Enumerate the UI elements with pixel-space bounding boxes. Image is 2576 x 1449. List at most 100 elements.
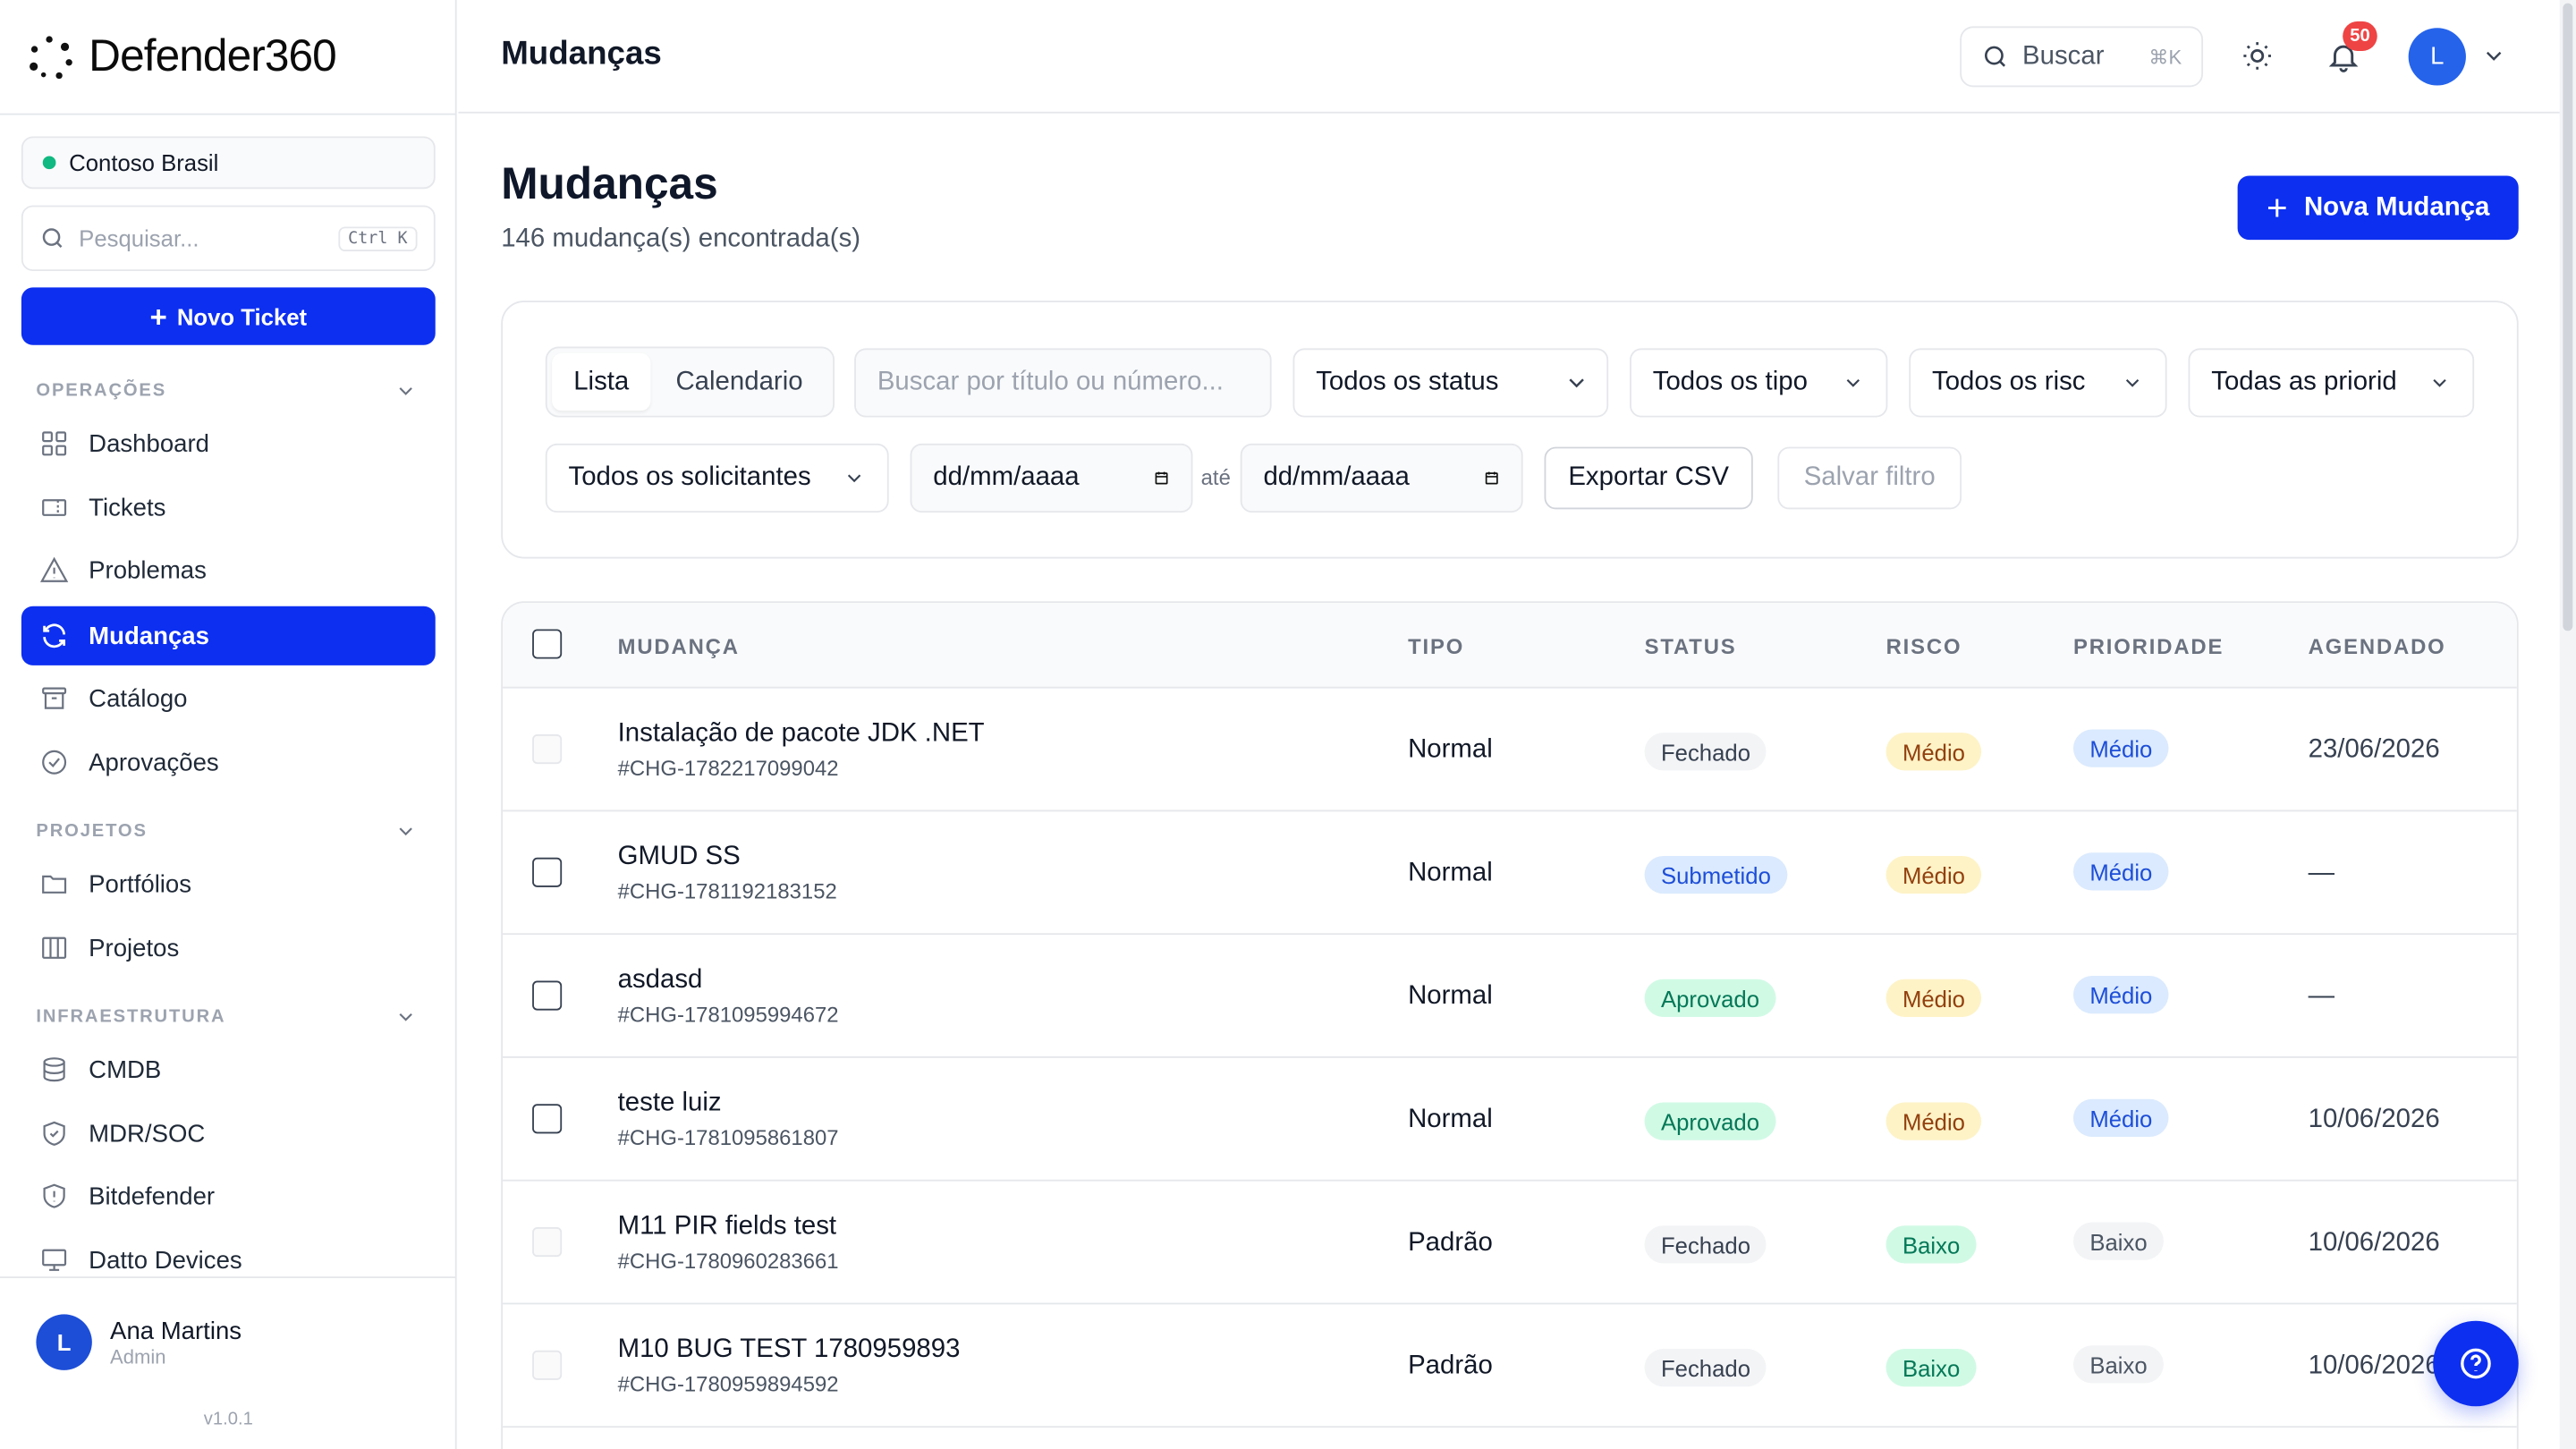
warning-triangle-icon xyxy=(39,555,69,585)
folder-icon xyxy=(39,869,69,899)
solicitantes-select[interactable]: Todos os solicitantes xyxy=(545,443,889,513)
sidebar-item-mudancas[interactable]: Mudanças xyxy=(21,606,436,665)
archive-icon xyxy=(39,683,69,713)
view-toggle: Lista Calendario xyxy=(545,346,835,418)
sidebar: Defender360 Contoso Brasil Pesquisar... … xyxy=(0,0,457,1449)
tab-calendario[interactable]: Calendario xyxy=(654,353,825,411)
change-type: Normal xyxy=(1408,982,1493,1011)
sidebar-item-tickets[interactable]: Tickets xyxy=(21,478,436,537)
section-projetos[interactable]: PROJETOS xyxy=(36,820,430,843)
sidebar-item-label: Mudanças xyxy=(89,622,209,650)
change-title[interactable]: M10 BUG TEST 1780959893 xyxy=(618,1335,961,1365)
user-profile[interactable]: L Ana Martins Admin xyxy=(36,1314,242,1370)
change-title[interactable]: asdasd xyxy=(618,966,703,996)
app-version: v1.0.1 xyxy=(203,1409,253,1429)
table-row[interactable]: GMUD SS #CHG-1781192183152 Normal Submet… xyxy=(503,811,2517,936)
sidebar-item-mdr-soc[interactable]: MDR/SOC xyxy=(21,1104,436,1163)
table-row[interactable]: M10 BUG TEST 1780959893 #CHG-17809598945… xyxy=(503,1304,2517,1428)
export-csv-button[interactable]: Exportar CSV xyxy=(1544,446,1753,510)
column-header-tipo[interactable]: TIPO xyxy=(1408,634,1464,659)
scrollbar[interactable] xyxy=(2559,0,2576,1449)
sidebar-item-label: Datto Devices xyxy=(89,1246,242,1275)
risco-select[interactable]: Todos os risc xyxy=(1909,348,2167,418)
select-all-checkbox[interactable] xyxy=(532,629,563,659)
column-header-status[interactable]: STATUS xyxy=(1645,634,1737,659)
brand-logo[interactable]: Defender360 xyxy=(26,26,337,85)
table-row[interactable]: Instalação de pacote JDK .NET #CHG-17822… xyxy=(503,689,2517,812)
change-type: Normal xyxy=(1408,735,1493,765)
row-checkbox xyxy=(532,1227,563,1258)
change-title[interactable]: teste luiz xyxy=(618,1089,722,1119)
sidebar-search[interactable]: Pesquisar... Ctrl K xyxy=(21,205,436,272)
change-title[interactable]: GMUD SS xyxy=(618,843,741,872)
row-checkbox xyxy=(532,734,563,765)
row-checkbox[interactable] xyxy=(532,1104,563,1134)
chevron-down-icon xyxy=(2125,378,2140,387)
row-checkbox[interactable] xyxy=(532,980,563,1011)
sidebar-item-label: Portfólios xyxy=(89,869,192,898)
sidebar-item-catalogo[interactable]: Catálogo xyxy=(21,669,436,728)
prioridade-select[interactable]: Todas as priorid xyxy=(2188,348,2475,418)
column-header-mudanca[interactable]: MUDANÇA xyxy=(618,634,740,659)
tenant-status-dot xyxy=(42,156,56,170)
theme-toggle-sun-icon[interactable] xyxy=(2238,36,2277,75)
avatar[interactable]: L xyxy=(2408,28,2466,86)
scrollbar-thumb[interactable] xyxy=(2563,3,2573,631)
new-ticket-button[interactable]: + Novo Ticket xyxy=(21,287,436,345)
sidebar-item-portfolios[interactable]: Portfólios xyxy=(21,854,436,913)
date-from-input[interactable]: dd/mm/aaaa xyxy=(910,443,1193,513)
table-row[interactable]: M11 PIR fields test #CHG-1780960283661 P… xyxy=(503,1182,2517,1305)
section-infraestrutura[interactable]: INFRAESTRUTURA xyxy=(36,1005,430,1029)
tab-lista[interactable]: Lista xyxy=(552,352,651,411)
change-title[interactable]: Instalação de pacote JDK .NET xyxy=(618,719,985,749)
sidebar-item-problemas[interactable]: Problemas xyxy=(21,540,436,599)
change-number: #CHG-1780959894592 xyxy=(617,1371,839,1397)
sidebar-item-bitdefender[interactable]: Bitdefender xyxy=(21,1166,436,1225)
status-select[interactable]: Todos os status xyxy=(1292,348,1609,418)
shortcut-hint: ⌘K xyxy=(2148,45,2182,69)
change-number: #CHG-1780960283661 xyxy=(617,1248,839,1274)
sidebar-item-projetos[interactable]: Projetos xyxy=(21,919,436,978)
refresh-icon xyxy=(39,621,69,650)
dashboard-icon xyxy=(39,428,69,458)
table-row[interactable]: asdasd #CHG-1781095994672 Normal Aprovad… xyxy=(503,935,2517,1058)
sidebar-item-label: Catálogo xyxy=(89,684,188,713)
result-count: 146 mudança(s) encontrada(s) xyxy=(501,225,861,253)
shortcut-hint: Ctrl K xyxy=(338,225,418,251)
column-header-agendado[interactable]: AGENDADO xyxy=(2309,634,2446,659)
date-range-separator: até xyxy=(1200,464,1231,490)
status-badge: Aprovado xyxy=(1644,979,1776,1017)
tenant-selector[interactable]: Contoso Brasil xyxy=(21,136,436,190)
sidebar-item-dashboard[interactable]: Dashboard xyxy=(21,414,436,473)
sidebar-item-aprovacoes[interactable]: Aprovações xyxy=(21,733,436,792)
global-search-button[interactable]: Buscar ⌘K xyxy=(1960,26,2204,88)
priority-badge: Baixo xyxy=(2072,1222,2165,1260)
new-change-button[interactable]: + Nova Mudança xyxy=(2237,175,2519,241)
help-button[interactable] xyxy=(2433,1320,2519,1407)
sidebar-item-cmdb[interactable]: CMDB xyxy=(21,1040,436,1099)
sidebar-item-label: Bitdefender xyxy=(89,1182,216,1210)
sidebar-item-datto-devices[interactable]: Datto Devices xyxy=(21,1231,436,1290)
search-input[interactable]: Buscar por título ou número... xyxy=(854,348,1272,418)
section-operacoes[interactable]: OPERAÇÕES xyxy=(36,379,430,402)
chevron-down-icon[interactable] xyxy=(2474,36,2513,75)
scheduled-date: 10/06/2026 xyxy=(2308,1352,2440,1380)
tipo-select[interactable]: Todos os tipo xyxy=(1630,348,1888,418)
main-heading: Mudanças xyxy=(501,159,718,209)
date-value: dd/mm/aaaa xyxy=(933,462,1080,492)
column-header-risco[interactable]: RISCO xyxy=(1886,634,1962,659)
date-to-input[interactable]: dd/mm/aaaa xyxy=(1240,443,1523,513)
table-row[interactable]: teste luiz #CHG-1781095861807 Normal Apr… xyxy=(503,1058,2517,1182)
scheduled-date: 10/06/2026 xyxy=(2308,1228,2440,1258)
changes-table: MUDANÇA TIPO STATUS RISCO PRIORIDADE AGE… xyxy=(501,601,2519,1449)
save-filter-button[interactable]: Salvar filtro xyxy=(1777,446,1962,510)
column-header-prioridade[interactable]: PRIORIDADE xyxy=(2073,634,2224,659)
tenant-name: Contoso Brasil xyxy=(69,149,219,176)
priority-badge: Médio xyxy=(2072,852,2169,891)
change-title[interactable]: M11 PIR fields test xyxy=(618,1213,836,1242)
shield-check-icon xyxy=(39,1119,69,1148)
select-value: Todos os solicitantes xyxy=(568,462,811,492)
divider xyxy=(0,1276,457,1278)
row-checkbox[interactable] xyxy=(532,857,563,887)
table-header: MUDANÇA TIPO STATUS RISCO PRIORIDADE AGE… xyxy=(503,603,2517,689)
